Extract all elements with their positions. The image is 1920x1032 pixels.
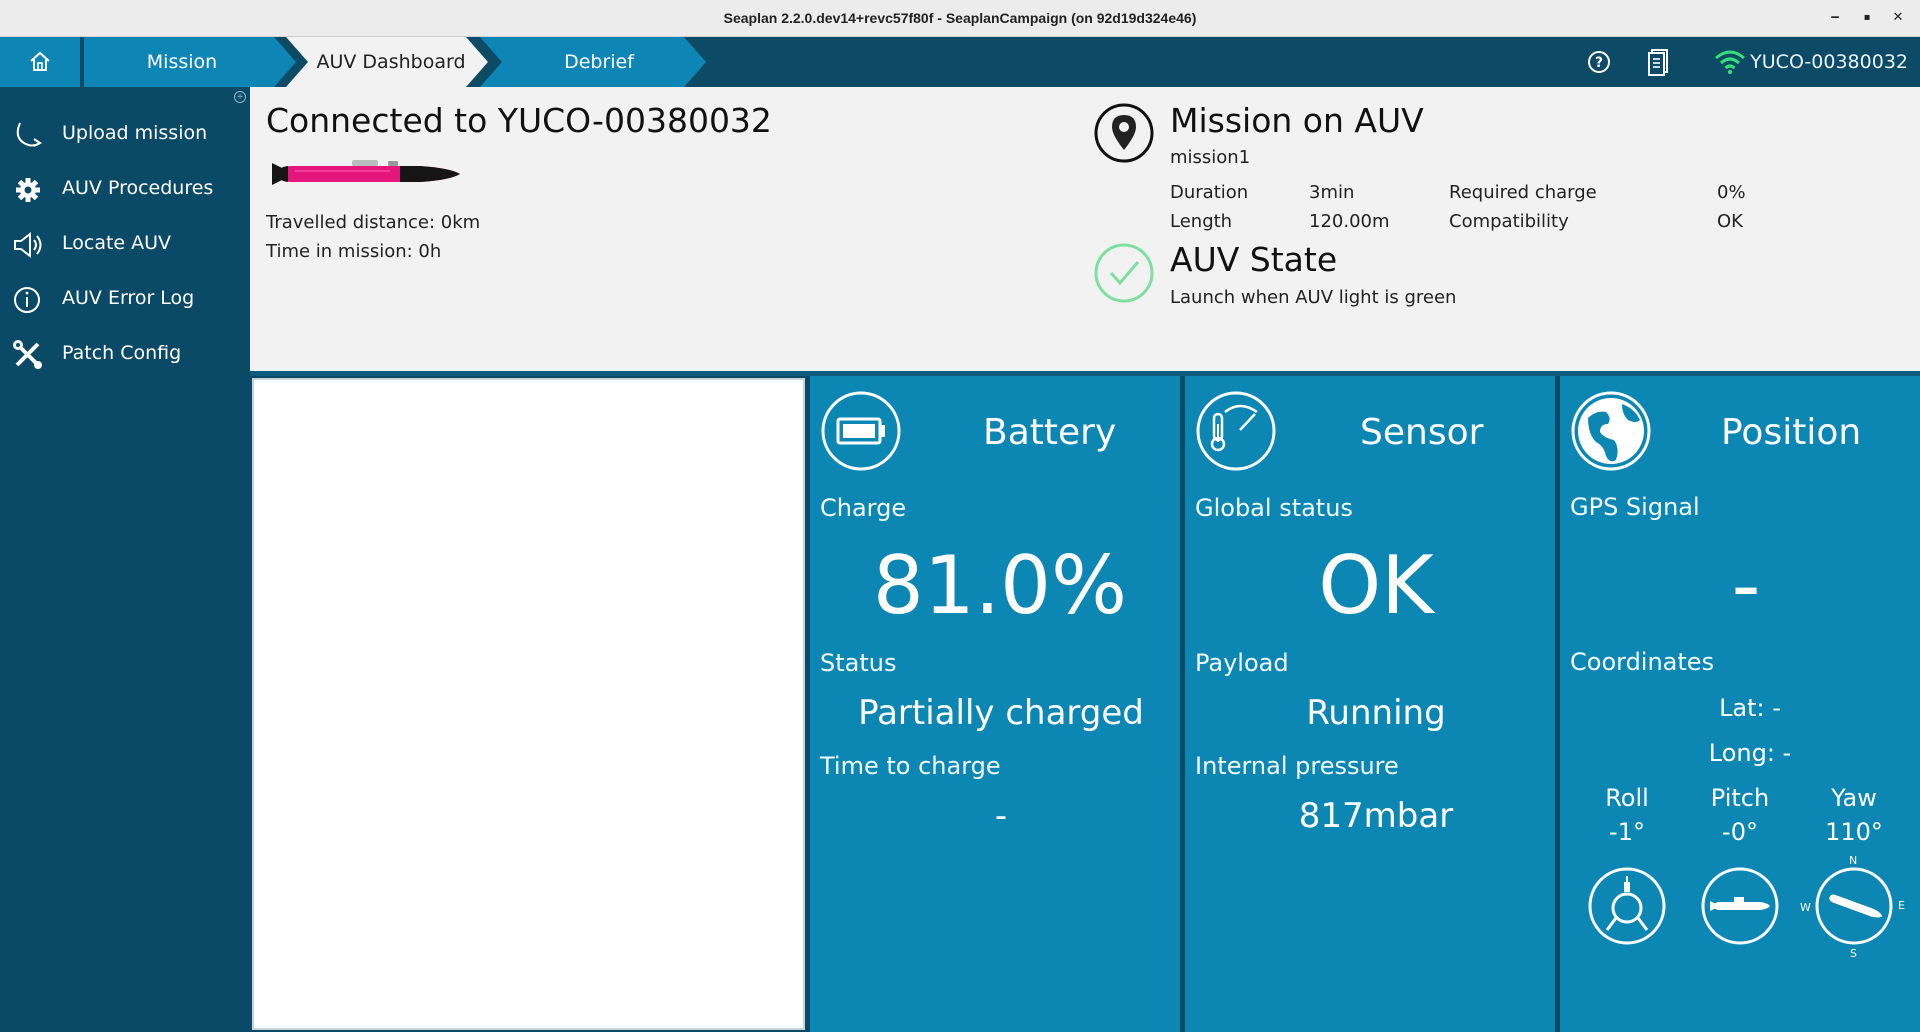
yaw-compass-icon [1815,867,1893,945]
sidebar-item-label: AUV Procedures [62,177,214,199]
required-charge-label: Required charge [1449,182,1597,203]
pitch-label: Pitch [1710,784,1770,812]
sidebar-item-label: Patch Config [62,342,182,364]
connection-title: Connected to YUCO-00380032 [266,101,772,140]
length-label: Length [1170,211,1233,232]
gps-signal-label: GPS Signal [1570,493,1700,521]
latitude-value: Lat: - [1719,694,1781,722]
position-title: Position [1721,412,1862,453]
roll-value: -1° [1609,818,1645,846]
compass-north: N [1849,854,1858,867]
mission-name: mission1 [1170,147,1251,168]
auv-state-subtitle: Launch when AUV light is green [1170,287,1457,308]
time-to-charge-label: Time to charge [820,752,1001,780]
payload-label: Payload [1195,649,1289,677]
position-panel: Position GPS Signal - Coordinates Lat: -… [1560,376,1920,1032]
help-icon[interactable]: ? [1587,50,1611,74]
battery-title: Battery [983,412,1117,453]
compatibility-label: Compatibility [1449,211,1569,232]
sidebar-item-auv-procedures[interactable]: AUV Procedures [0,162,250,217]
close-button[interactable]: ✕ [1889,9,1907,27]
top-navbar: Mission AUV Dashboard Debrief ? YUCO-003… [0,37,1920,87]
longitude-value: Long: - [1708,739,1792,767]
duration-label: Duration [1170,182,1249,203]
wifi-icon [1715,50,1745,75]
roll-indicator-icon [1588,867,1666,945]
sidebar-item-locate-auv[interactable]: Locate AUV [0,217,250,272]
time-in-mission: Time in mission: 0h [266,241,442,262]
payload-value: Running [1306,693,1446,733]
compass-east: E [1898,899,1905,912]
sidebar-item-patch-config[interactable]: Patch Config [0,327,250,382]
globe-icon [1571,391,1651,471]
compass-south: S [1850,947,1857,960]
map-view[interactable] [252,378,805,1030]
gps-signal-value: - [1731,539,1761,632]
internal-pressure-label: Internal pressure [1195,752,1399,780]
sidebar-item-upload-mission[interactable]: Upload mission [0,107,250,162]
time-to-charge-value: - [994,796,1008,836]
dashboard-header: Connected to YUCO-00380032 Travelled dis… [250,87,1920,371]
tab-auv-dashboard[interactable]: AUV Dashboard [286,37,488,87]
compass-west: W [1800,901,1811,914]
mission-title: Mission on AUV [1170,101,1424,140]
home-tab[interactable] [0,37,80,87]
window-titlebar: Seaplan 2.2.0.dev14+revc57f80f - Seaplan… [0,0,1920,37]
home-icon [30,51,50,71]
compatibility-value: OK [1717,211,1743,232]
check-circle-icon [1094,243,1154,303]
duration-value: 3min [1309,182,1355,203]
info-icon [14,287,40,313]
sidebar: + Upload mission AUV Procedures Locate A… [0,87,250,1032]
speaker-icon [14,231,42,259]
sidebar-item-label: Locate AUV [62,232,172,254]
document-icon[interactable] [1647,48,1671,76]
internal-pressure-value: 817mbar [1298,796,1454,836]
roll-label: Roll [1605,784,1649,812]
sidebar-item-auv-error-log[interactable]: AUV Error Log [0,272,250,327]
tab-mission[interactable]: Mission [84,37,296,87]
auv-state-title: AUV State [1170,240,1338,279]
yaw-value: 110° [1825,818,1883,846]
battery-status-value: Partially charged [858,693,1144,733]
coordinates-label: Coordinates [1570,648,1715,676]
device-name: YUCO-00380032 [1750,51,1908,73]
travelled-distance: Travelled distance: 0km [266,212,481,233]
pitch-value: -0° [1722,818,1758,846]
sidebar-item-label: Upload mission [62,122,208,144]
global-status-value: OK [1318,539,1434,632]
battery-status-label: Status [820,649,897,677]
sensor-title: Sensor [1360,412,1484,453]
svg-text:?: ? [1595,55,1603,71]
gear-icon [16,178,40,202]
tab-debrief[interactable]: Debrief [480,37,706,87]
map-pin-icon [1094,103,1154,163]
minimize-button[interactable]: ‒ [1826,9,1844,27]
upload-mission-icon [16,122,42,147]
charge-label: Charge [820,494,907,522]
window-title: Seaplan 2.2.0.dev14+revc57f80f - Seaplan… [723,10,1197,26]
yaw-label: Yaw [1831,784,1877,812]
collapse-sidebar-button[interactable]: + [234,91,246,103]
tools-icon [13,340,42,369]
battery-icon [821,391,901,471]
sidebar-item-label: AUV Error Log [62,287,195,309]
gauge-thermometer-icon [1196,391,1276,471]
charge-value: 81.0% [872,539,1128,632]
maximize-button[interactable]: ▪ [1858,9,1876,27]
auv-image [272,160,460,185]
pitch-indicator-icon [1701,867,1779,945]
required-charge-value: 0% [1717,182,1746,203]
global-status-label: Global status [1195,494,1353,522]
battery-panel: Battery Charge 81.0% Status Partially ch… [810,376,1180,1032]
sensor-panel: Sensor Global status OK Payload Running … [1185,376,1555,1032]
length-value: 120.00m [1309,211,1390,232]
